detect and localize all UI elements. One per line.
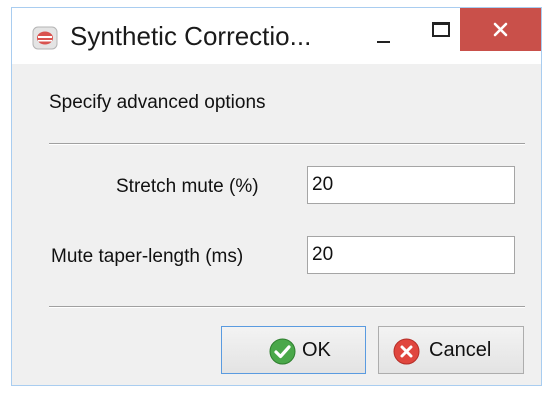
check-icon bbox=[269, 338, 296, 365]
minimize-icon[interactable] bbox=[362, 16, 408, 52]
ok-label: OK bbox=[302, 339, 331, 361]
stretch-mute-label: Stretch mute (%) bbox=[116, 176, 259, 197]
separator-bottom bbox=[49, 306, 525, 308]
mute-taper-length-label: Mute taper-length (ms) bbox=[51, 246, 244, 267]
instruction-text: Specify advanced options bbox=[49, 92, 266, 113]
ok-button[interactable]: OK bbox=[221, 326, 366, 374]
cancel-button[interactable]: Cancel bbox=[378, 326, 524, 374]
app-icon bbox=[32, 25, 58, 51]
mute-taper-length-input[interactable] bbox=[307, 236, 515, 274]
stretch-mute-input[interactable] bbox=[307, 166, 515, 204]
cancel-x-icon bbox=[393, 338, 420, 365]
separator-top bbox=[49, 143, 525, 145]
title-bar[interactable]: Synthetic Correctio... bbox=[12, 8, 541, 64]
window-title: Synthetic Correctio... bbox=[70, 21, 312, 51]
maximize-icon[interactable] bbox=[416, 16, 462, 52]
dialog-window: Synthetic Correctio... Specify advanced … bbox=[11, 7, 542, 386]
cancel-label: Cancel bbox=[429, 339, 492, 361]
close-icon[interactable] bbox=[460, 8, 541, 51]
